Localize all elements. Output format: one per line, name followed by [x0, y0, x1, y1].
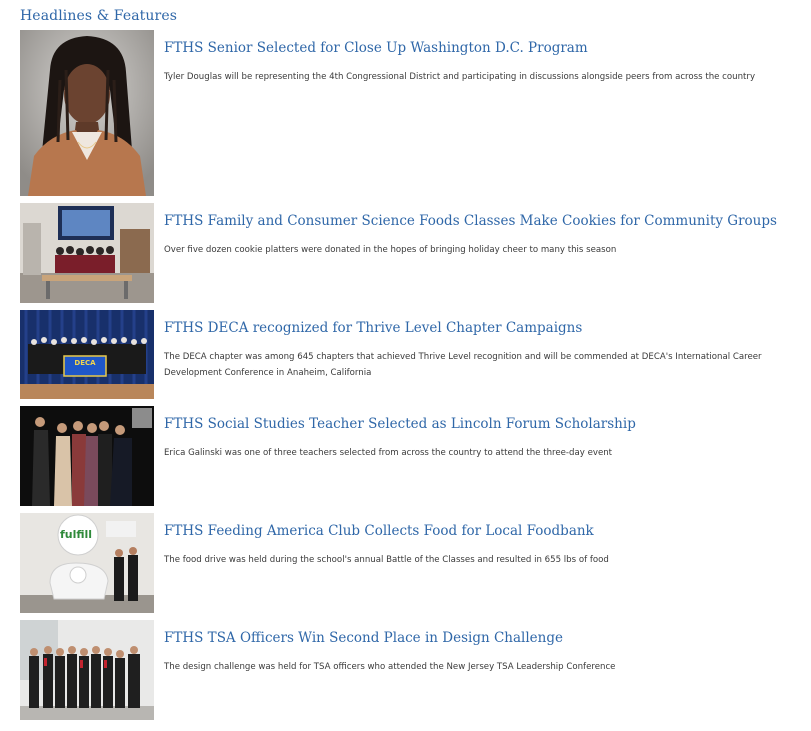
article-item: FTHS Family and Consumer Science Foods C… — [20, 203, 795, 303]
article-item: FTHS Senior Selected for Close Up Washin… — [20, 30, 795, 196]
article-item: FTHS Social Studies Teacher Selected as … — [20, 406, 795, 506]
student-portrait-image — [20, 30, 154, 196]
classroom-group-image — [20, 203, 154, 303]
fulfill-foodbank-image: fulfill — [20, 513, 154, 613]
deca-group-image: DECA — [20, 310, 154, 399]
article-headline-link[interactable]: FTHS Senior Selected for Close Up Washin… — [164, 40, 588, 56]
article-item: FTHS TSA Officers Win Second Place in De… — [20, 620, 795, 720]
fulfill-sign-text: fulfill — [60, 528, 92, 541]
article-thumbnail[interactable]: DECA — [20, 310, 154, 399]
article-description: The design challenge was held for TSA of… — [164, 662, 616, 672]
article-description: The DECA chapter was among 645 chapters … — [164, 352, 762, 378]
article-thumbnail[interactable] — [20, 30, 154, 196]
article-item: DECA FTHS DECA recognized for Thrive Lev… — [20, 310, 795, 399]
teachers-group-image — [20, 406, 154, 506]
article-thumbnail[interactable] — [20, 406, 154, 506]
article-thumbnail[interactable] — [20, 203, 154, 303]
article-description: Erica Galinski was one of three teachers… — [164, 448, 613, 458]
tsa-officers-image — [20, 620, 154, 720]
article-headline-link[interactable]: FTHS Social Studies Teacher Selected as … — [164, 416, 636, 432]
deca-banner-text: DECA — [74, 359, 96, 367]
article-description: The food drive was held during the schoo… — [164, 555, 609, 565]
article-thumbnail[interactable]: fulfill — [20, 513, 154, 613]
article-headline-link[interactable]: FTHS Family and Consumer Science Foods C… — [164, 213, 777, 229]
article-headline-link[interactable]: FTHS TSA Officers Win Second Place in De… — [164, 630, 563, 646]
article-headline-link[interactable]: FTHS DECA recognized for Thrive Level Ch… — [164, 320, 582, 336]
section-title: Headlines & Features — [20, 8, 177, 24]
article-description: Tyler Douglas will be representing the 4… — [164, 72, 756, 82]
article-headline-link[interactable]: FTHS Feeding America Club Collects Food … — [164, 523, 594, 539]
article-item: fulfill FTHS Feeding America Club Collec… — [20, 513, 795, 613]
article-thumbnail[interactable] — [20, 620, 154, 720]
article-description: Over five dozen cookie platters were don… — [164, 245, 617, 255]
